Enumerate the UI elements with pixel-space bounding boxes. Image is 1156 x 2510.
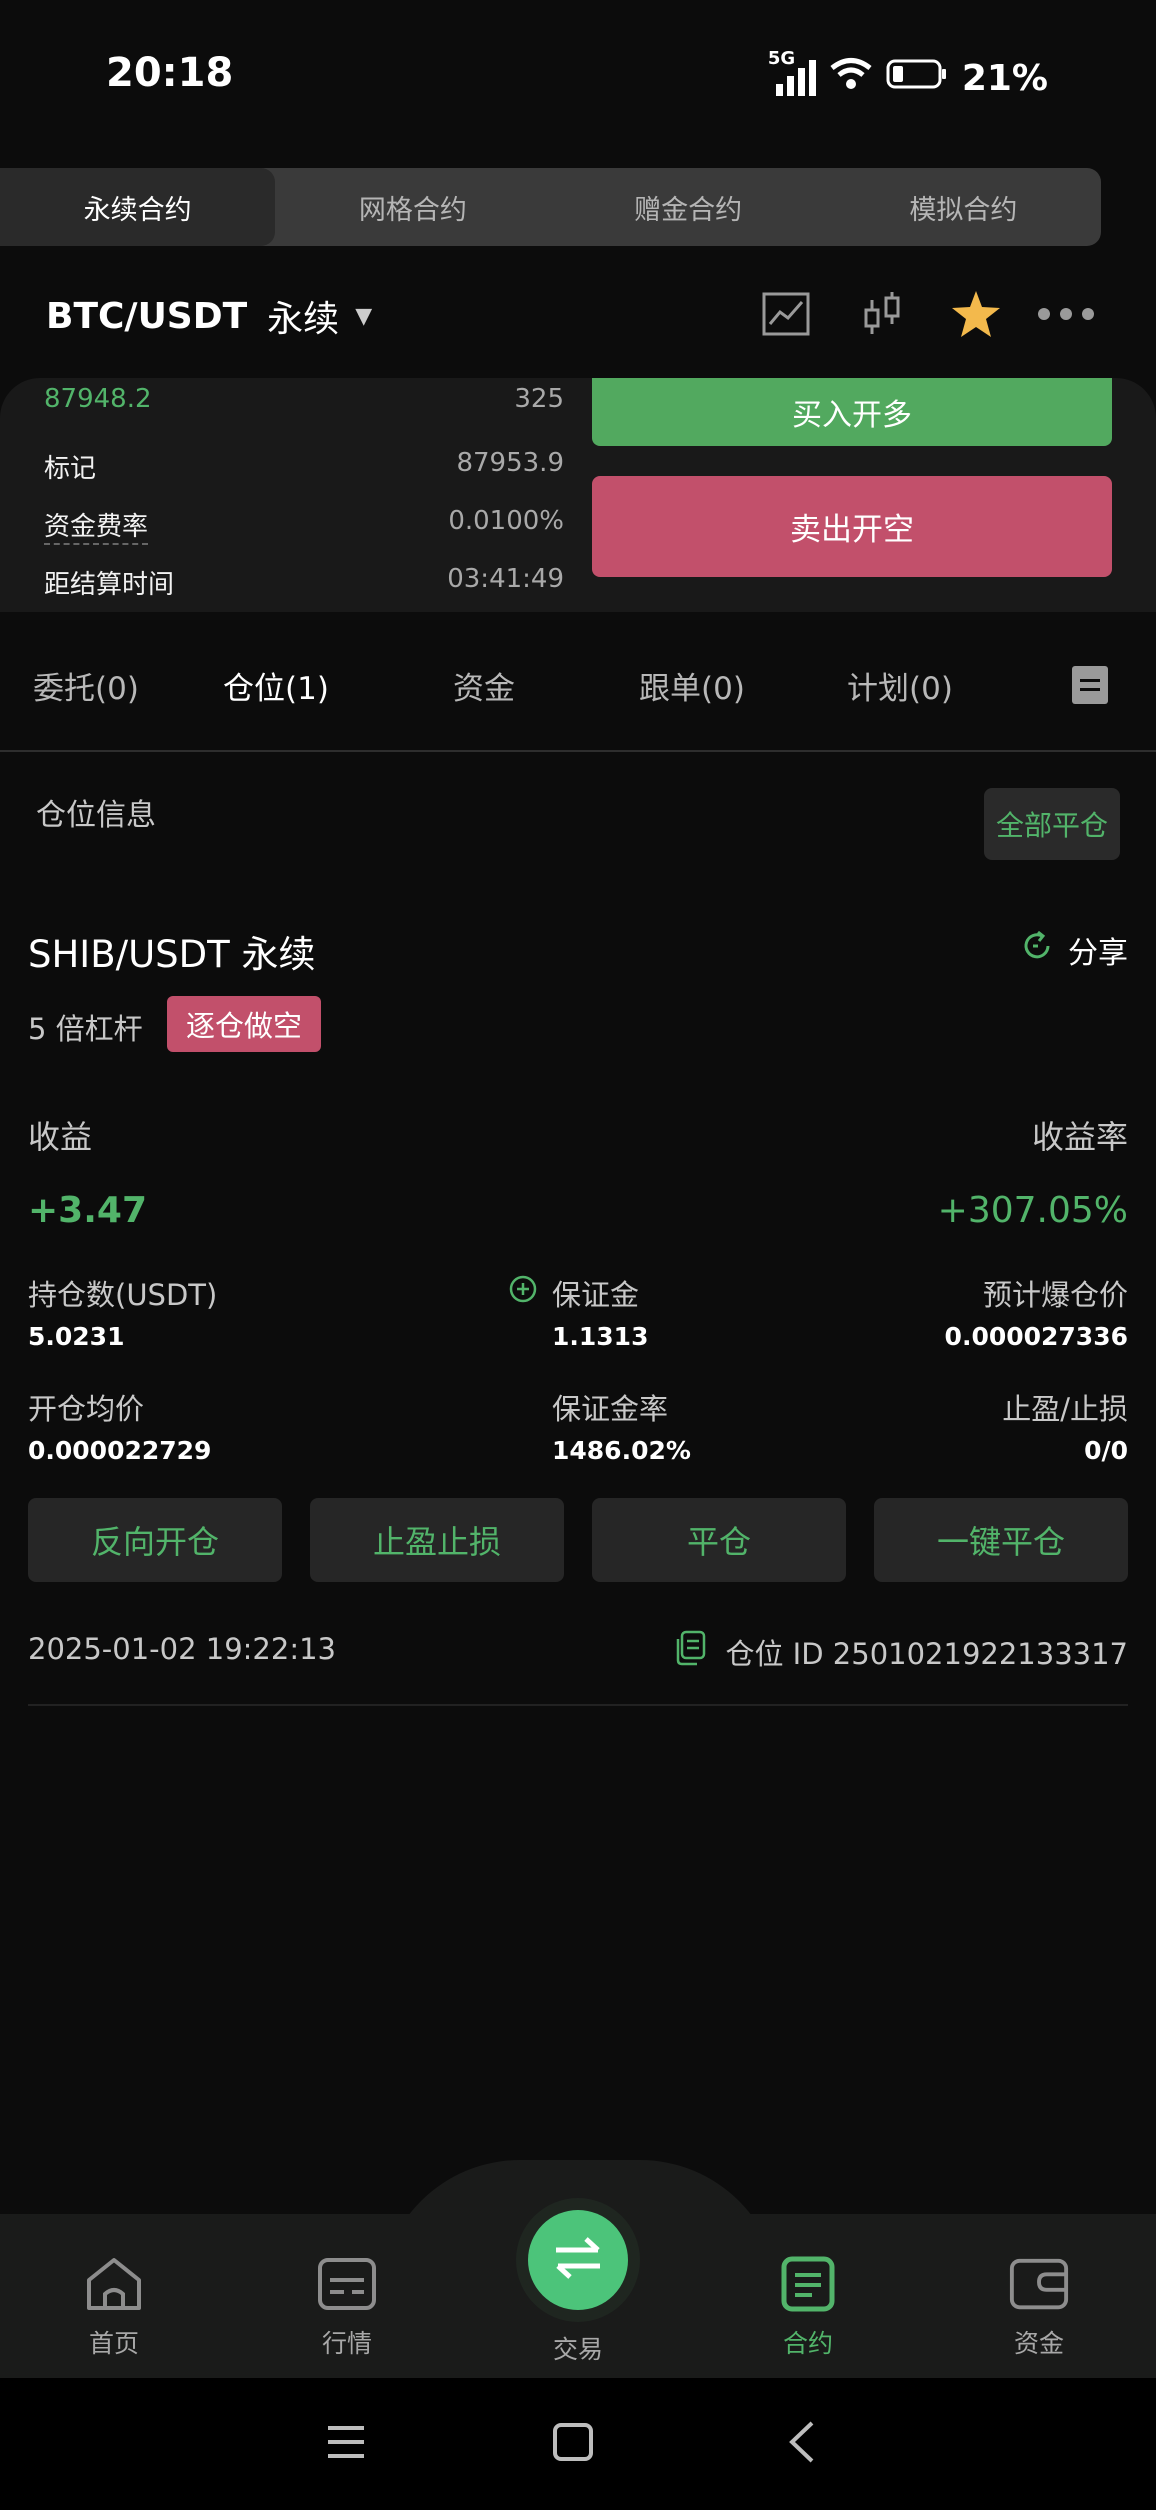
home-button-icon[interactable] — [552, 2422, 594, 2466]
position-info-title: 仓位信息 — [36, 798, 156, 833]
margin-value: 1.1313 — [552, 1322, 649, 1351]
nav-market-label: 行情 — [321, 2329, 372, 2358]
margin-ratio-label: 保证金率 — [552, 1392, 669, 1426]
nav-wallet-label: 资金 — [1013, 2329, 1064, 2358]
nav-trade[interactable] — [528, 2210, 628, 2310]
liq-price-label: 预计爆仓价 — [982, 1278, 1128, 1312]
contract-icon — [777, 2256, 839, 2312]
tab-orders[interactable]: 委托(0) — [0, 663, 172, 708]
roe-label: 收益率 — [1031, 1118, 1128, 1156]
list-icon[interactable] — [1072, 666, 1108, 704]
liq-price-value: 0.000027336 — [944, 1322, 1128, 1351]
position-tabs: 委托(0) 仓位(1) 资金 跟单(0) 计划(0) — [0, 640, 1156, 730]
position-side-badge: 逐仓做空 — [167, 996, 321, 1052]
pnl-value: +3.47 — [28, 1190, 147, 1231]
status-time: 20:18 — [106, 50, 234, 96]
battery-percent: 21% — [961, 57, 1048, 99]
back-icon[interactable] — [786, 2420, 816, 2468]
tab-plans[interactable]: 计划(0) — [796, 663, 1004, 708]
status-icons: 5G 21% — [768, 48, 1048, 106]
mark-price-row: 标记 87953.9 — [44, 448, 564, 485]
settle-value: 03:41:49 — [447, 564, 564, 594]
wallet-icon — [1008, 2256, 1070, 2312]
close-position-button[interactable]: 平仓 — [592, 1498, 846, 1582]
margin-ratio-value: 1486.02% — [552, 1436, 691, 1465]
market-icon — [316, 2256, 378, 2312]
close-all-button[interactable]: 全部平仓 — [984, 788, 1120, 860]
copy-icon[interactable] — [673, 1630, 707, 1673]
size-value: 5.0231 — [28, 1322, 125, 1351]
reverse-position-button[interactable]: 反向开仓 — [28, 1498, 282, 1582]
nav-home-label: 首页 — [88, 2329, 139, 2358]
recent-apps-icon[interactable] — [326, 2424, 366, 2464]
nav-contract[interactable]: 合约 — [748, 2256, 868, 2360]
cellular-signal-icon: 5G — [768, 48, 816, 96]
add-margin-icon[interactable] — [508, 1274, 538, 1308]
favorite-star-icon[interactable] — [948, 286, 1004, 342]
tab-copy-trading[interactable]: 跟单(0) — [588, 663, 796, 708]
size-label: 持仓数(USDT) — [28, 1278, 218, 1312]
tab-assets[interactable]: 资金 — [380, 663, 588, 708]
entry-price-label: 开仓均价 — [28, 1392, 145, 1426]
battery-icon — [886, 58, 948, 99]
candlestick-icon[interactable] — [854, 286, 910, 342]
refresh-icon — [1020, 929, 1054, 971]
funding-label: 资金费率 — [44, 506, 149, 545]
share-button[interactable]: 分享 — [1020, 928, 1128, 972]
nav-wallet[interactable]: 资金 — [979, 2256, 1099, 2360]
wifi-icon — [830, 57, 872, 100]
nav-home[interactable]: 首页 — [54, 2256, 174, 2360]
last-price: 87948.2 — [44, 384, 152, 414]
position-id: 仓位 ID 2501021922133317 — [725, 1636, 1128, 1671]
mark-value: 87953.9 — [456, 448, 564, 478]
tpsl-value: 0/0 — [1084, 1436, 1128, 1465]
funding-value: 0.0100% — [448, 506, 564, 536]
funding-rate-row[interactable]: 资金费率 0.0100% — [44, 506, 564, 545]
margin-label: 保证金 — [552, 1278, 640, 1312]
tab-perpetual[interactable]: 永续合约 — [0, 168, 276, 246]
pnl-label: 收益 — [28, 1118, 93, 1156]
entry-price-value: 0.000022729 — [28, 1436, 212, 1465]
tab-bonus[interactable]: 赠金合约 — [551, 168, 826, 246]
share-label: 分享 — [1068, 936, 1128, 971]
quick-close-button[interactable]: 一键平仓 — [874, 1498, 1128, 1582]
mark-label: 标记 — [44, 454, 97, 484]
orderbook-last-row[interactable]: 87948.2 325 — [44, 384, 564, 414]
nav-market[interactable]: 行情 — [287, 2256, 407, 2360]
nav-contract-label: 合约 — [782, 2329, 833, 2358]
symbol-type: 永续 — [267, 299, 340, 340]
swap-icon — [552, 2236, 604, 2284]
settle-time-row: 距结算时间 03:41:49 — [44, 564, 564, 601]
nav-trade-label: 交易 — [552, 2335, 603, 2364]
divider — [28, 1704, 1128, 1706]
divider — [0, 750, 1156, 752]
last-qty: 325 — [514, 384, 564, 414]
position-id-row[interactable]: 仓位 ID 2501021922133317 — [673, 1630, 1128, 1673]
buy-long-button[interactable]: 买入开多 — [592, 378, 1112, 446]
leverage-label: 5 倍杠杆 — [28, 1012, 143, 1046]
position-symbol[interactable]: SHIB/USDT 永续 — [28, 924, 316, 978]
tab-simulated[interactable]: 模拟合约 — [826, 168, 1101, 246]
roe-value: +307.05% — [937, 1190, 1128, 1231]
position-open-time: 2025-01-02 19:22:13 — [28, 1632, 336, 1666]
caret-down-icon: ▼ — [355, 303, 373, 329]
chart-icon[interactable] — [758, 286, 814, 342]
more-icon[interactable] — [1036, 286, 1096, 342]
tab-grid[interactable]: 网格合约 — [275, 168, 550, 246]
sell-short-button[interactable]: 卖出开空 — [592, 476, 1112, 577]
contract-tabs: 永续合约 网格合约 赠金合约 模拟合约 — [0, 168, 1101, 246]
tpsl-button[interactable]: 止盈止损 — [310, 1498, 564, 1582]
symbol-name: BTC/USDT — [46, 295, 248, 337]
tpsl-label: 止盈/止损 — [1002, 1392, 1128, 1426]
tab-positions[interactable]: 仓位(1) — [172, 663, 380, 708]
home-icon — [83, 2256, 145, 2312]
symbol-selector[interactable]: BTC/USDT 永续 ▼ — [46, 290, 372, 342]
settle-label: 距结算时间 — [44, 570, 175, 600]
network-type: 5G — [767, 48, 796, 69]
